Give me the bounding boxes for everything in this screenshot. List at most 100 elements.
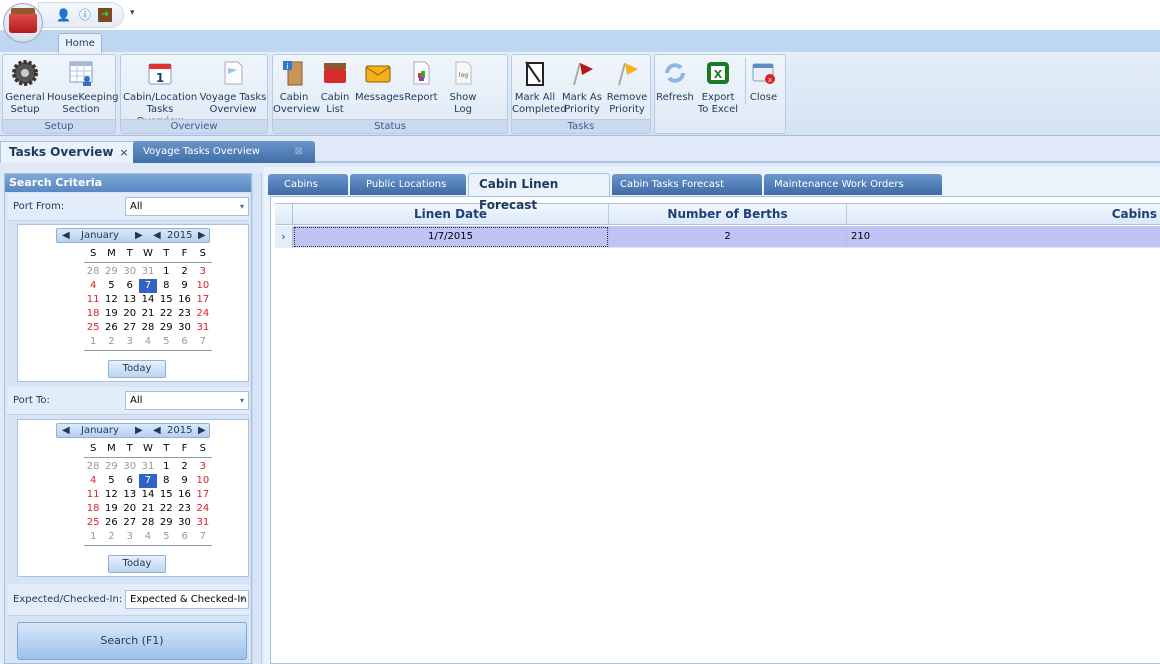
cell-cabins[interactable]: 210 — [847, 226, 1160, 248]
column-header-linen-date[interactable]: Linen Date — [293, 204, 609, 224]
housekeeping-section-button[interactable]: HouseKeeping Section — [47, 57, 119, 116]
calendar-day[interactable]: 22 — [157, 307, 175, 321]
tab-cabin-tasks-forecast[interactable]: Cabin Tasks Forecast — [612, 174, 762, 195]
calendar-day[interactable]: 26 — [102, 516, 120, 530]
calendar-day[interactable]: 5 — [157, 530, 175, 544]
general-setup-button[interactable]: General Setup — [5, 57, 45, 116]
calendar-day[interactable]: 25 — [84, 516, 102, 530]
calendar-day[interactable]: 5 — [102, 279, 120, 293]
calendar-day[interactable]: 31 — [139, 265, 157, 279]
expected-checked-in-select[interactable]: Expected & Checked-In ▾ — [125, 590, 249, 609]
calendar-day[interactable]: 10 — [194, 474, 212, 488]
calendar-day[interactable]: 10 — [194, 279, 212, 293]
search-button[interactable]: Search (F1) — [17, 622, 247, 660]
calendar-day[interactable]: 30 — [121, 265, 139, 279]
mark-as-priority-button[interactable]: Mark As Priority — [560, 57, 604, 116]
calendar-day[interactable]: 19 — [102, 307, 120, 321]
calendar-day[interactable]: 8 — [157, 474, 175, 488]
doc-tab-voyage-tasks-overview[interactable]: Voyage Tasks Overview ⊠ — [133, 141, 315, 163]
calendar-day[interactable]: 20 — [121, 502, 139, 516]
calendar-day[interactable]: 27 — [121, 516, 139, 530]
ribbon-tab-home[interactable]: Home — [58, 33, 102, 53]
calendar-day[interactable]: 7 — [194, 335, 212, 349]
calendar-day[interactable]: 16 — [175, 293, 193, 307]
calendar-day[interactable]: 11 — [84, 488, 102, 502]
cabin-list-button[interactable]: Cabin List — [317, 57, 353, 116]
calendar-day[interactable]: 1 — [84, 530, 102, 544]
calendar-day[interactable]: 27 — [121, 321, 139, 335]
calendar-day[interactable]: 4 — [84, 474, 102, 488]
calendar-day[interactable]: 17 — [194, 293, 212, 307]
tab-public-locations[interactable]: Public Locations — [350, 174, 466, 195]
messages-button[interactable]: Messages — [355, 57, 404, 104]
today-button[interactable]: Today — [108, 360, 166, 378]
prev-month-icon[interactable]: ◀ — [62, 229, 70, 242]
calendar-day[interactable]: 6 — [175, 530, 193, 544]
port-to-select[interactable]: All ▾ — [125, 391, 249, 410]
calendar-day[interactable]: 20 — [121, 307, 139, 321]
calendar-day[interactable]: 30 — [175, 321, 193, 335]
calendar-day[interactable]: 21 — [139, 502, 157, 516]
customize-toolbar-dropdown[interactable]: ▾ — [130, 8, 135, 18]
calendar-day[interactable]: 26 — [102, 321, 120, 335]
calendar-day[interactable]: 24 — [194, 307, 212, 321]
next-year-icon[interactable]: ▶ — [198, 424, 206, 437]
calendar-day[interactable]: 2 — [102, 530, 120, 544]
close-tab-icon[interactable]: ⊠ — [295, 141, 303, 163]
calendar-day[interactable]: 3 — [194, 460, 212, 474]
panel-splitter[interactable] — [252, 173, 262, 664]
export-to-excel-button[interactable]: X Export To Excel — [697, 57, 739, 116]
calendar-day[interactable]: 30 — [121, 460, 139, 474]
calendar-day[interactable]: 7 — [138, 474, 158, 488]
calendar-day[interactable]: 28 — [84, 265, 102, 279]
tab-cabin-linen-forecast[interactable]: Cabin Linen Forecast — [468, 173, 610, 212]
remove-priority-button[interactable]: Remove Priority — [606, 57, 648, 116]
next-month-icon[interactable]: ▶ — [135, 229, 143, 242]
calendar-day[interactable]: 31 — [194, 516, 212, 530]
port-from-select[interactable]: All ▾ — [125, 197, 249, 216]
next-year-icon[interactable]: ▶ — [198, 229, 206, 242]
info-icon[interactable]: ⓘ — [78, 8, 92, 22]
calendar-day[interactable]: 7 — [194, 530, 212, 544]
cabin-location-tasks-overview-button[interactable]: 1 Cabin/LocationTasks Overview — [123, 57, 197, 128]
calendar-day[interactable]: 30 — [175, 516, 193, 530]
calendar-day[interactable]: 28 — [139, 516, 157, 530]
cabin-overview-button[interactable]: i Cabin Overview — [273, 57, 320, 116]
user-settings-icon[interactable]: 👤 — [56, 8, 71, 22]
calendar-day[interactable]: 31 — [194, 321, 212, 335]
tab-maintenance-work-orders[interactable]: Maintenance Work Orders — [764, 174, 942, 195]
calendar-day[interactable]: 4 — [139, 530, 157, 544]
calendar-day[interactable]: 13 — [121, 488, 139, 502]
calendar-day[interactable]: 4 — [84, 279, 102, 293]
calendar-day[interactable]: 15 — [157, 488, 175, 502]
prev-month-icon[interactable]: ◀ — [62, 424, 70, 437]
calendar-day[interactable]: 18 — [84, 502, 102, 516]
calendar-day[interactable]: 29 — [102, 265, 120, 279]
calendar-day[interactable]: 19 — [102, 502, 120, 516]
calendar-day[interactable]: 14 — [139, 488, 157, 502]
calendar-day[interactable]: 1 — [157, 460, 175, 474]
calendar-day[interactable]: 2 — [102, 335, 120, 349]
calendar-day[interactable]: 28 — [84, 460, 102, 474]
calendar-day[interactable]: 29 — [157, 516, 175, 530]
calendar-day[interactable]: 5 — [157, 335, 175, 349]
calendar-day[interactable]: 7 — [138, 279, 158, 293]
calendar-day[interactable]: 6 — [121, 474, 139, 488]
prev-year-icon[interactable]: ◀ — [153, 424, 161, 437]
exit-door-icon[interactable]: ➜ — [98, 8, 112, 22]
calendar-day[interactable]: 2 — [175, 265, 193, 279]
calendar-day[interactable]: 9 — [175, 279, 193, 293]
mark-all-completed-button[interactable]: Mark All Completed — [512, 57, 567, 116]
calendar-day[interactable]: 1 — [84, 335, 102, 349]
calendar-day[interactable]: 17 — [194, 488, 212, 502]
calendar-day[interactable]: 9 — [175, 474, 193, 488]
prev-year-icon[interactable]: ◀ — [153, 229, 161, 242]
calendar-day[interactable]: 4 — [139, 335, 157, 349]
report-button[interactable]: Report — [403, 57, 439, 104]
tab-cabins[interactable]: Cabins — [268, 174, 348, 195]
show-log-button[interactable]: log Show Log — [441, 57, 485, 116]
calendar-day[interactable]: 31 — [139, 460, 157, 474]
voyage-tasks-overview-button[interactable]: Voyage Tasks Overview — [199, 57, 267, 116]
next-month-icon[interactable]: ▶ — [135, 424, 143, 437]
calendar-day[interactable]: 13 — [121, 293, 139, 307]
